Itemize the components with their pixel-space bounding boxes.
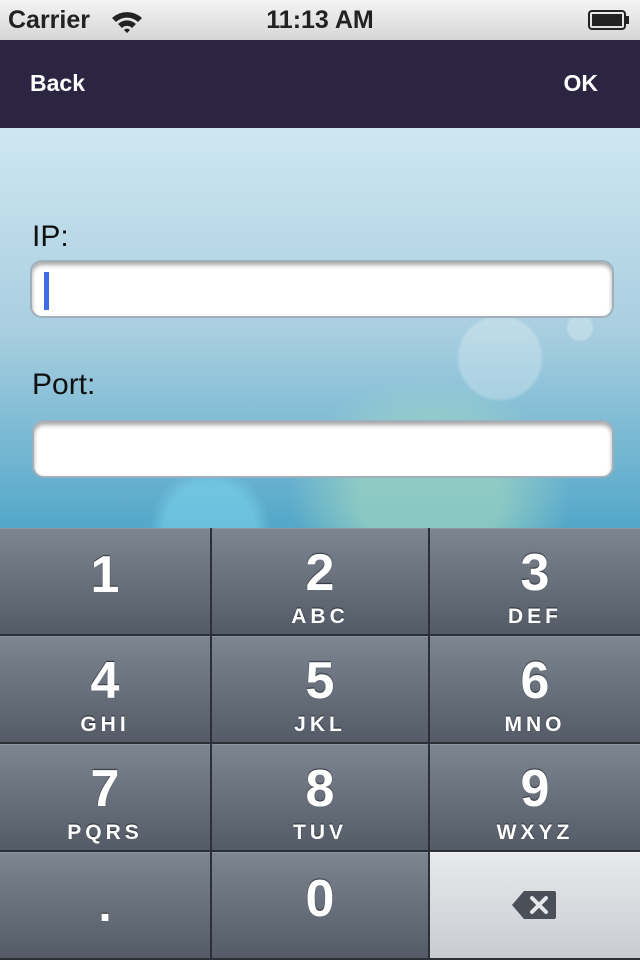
ip-label: IP:: [32, 220, 69, 253]
key-6[interactable]: 6 MNO: [430, 636, 640, 742]
battery-icon: [588, 10, 629, 30]
key-digit: 3: [520, 544, 550, 602]
key-letters: GHI: [80, 713, 130, 736]
key-digit: 8: [305, 760, 335, 818]
key-7[interactable]: 7 PQRS: [0, 744, 210, 850]
key-digit: 6: [520, 652, 550, 710]
delete-key[interactable]: [430, 852, 640, 958]
ip-input[interactable]: [30, 260, 614, 318]
key-decimal[interactable]: .: [0, 852, 210, 958]
key-digit: 5: [305, 652, 335, 710]
key-digit: .: [98, 879, 112, 932]
key-3[interactable]: 3 DEF: [430, 528, 640, 634]
status-time: 11:13 AM: [266, 6, 374, 34]
key-0[interactable]: 0: [212, 852, 428, 958]
numeric-keypad: 1 2 ABC 3 DEF 4 GHI 5 JKL 6 MNO 7 PQRS 8…: [0, 528, 640, 960]
key-5[interactable]: 5 JKL: [212, 636, 428, 742]
form-area: IP: Port:: [0, 128, 640, 528]
status-bar: Carrier 11:13 AM: [0, 0, 640, 40]
key-letters: JKL: [294, 713, 346, 736]
key-1[interactable]: 1: [0, 528, 210, 634]
navigation-bar: Back OK: [0, 40, 640, 128]
key-digit: 0: [305, 870, 335, 928]
backspace-icon: [512, 891, 556, 919]
port-label: Port:: [32, 368, 96, 401]
key-digit: 4: [90, 652, 120, 710]
key-2[interactable]: 2 ABC: [212, 528, 428, 634]
key-digit: 2: [305, 544, 335, 602]
key-8[interactable]: 8 TUV: [212, 744, 428, 850]
key-letters: DEF: [508, 605, 562, 628]
key-4[interactable]: 4 GHI: [0, 636, 210, 742]
ok-button[interactable]: OK: [564, 70, 599, 97]
key-digit: 9: [520, 760, 550, 818]
key-digit: 1: [90, 546, 120, 604]
text-cursor: [44, 272, 49, 310]
back-button[interactable]: Back: [30, 70, 85, 97]
port-input[interactable]: [32, 420, 614, 478]
key-letters: ABC: [291, 605, 349, 628]
key-9[interactable]: 9 WXYZ: [430, 744, 640, 850]
key-letters: WXYZ: [496, 821, 574, 844]
key-letters: MNO: [504, 713, 566, 736]
key-letters: PQRS: [67, 821, 143, 844]
key-letters: TUV: [293, 821, 347, 844]
key-digit: 7: [90, 760, 120, 818]
